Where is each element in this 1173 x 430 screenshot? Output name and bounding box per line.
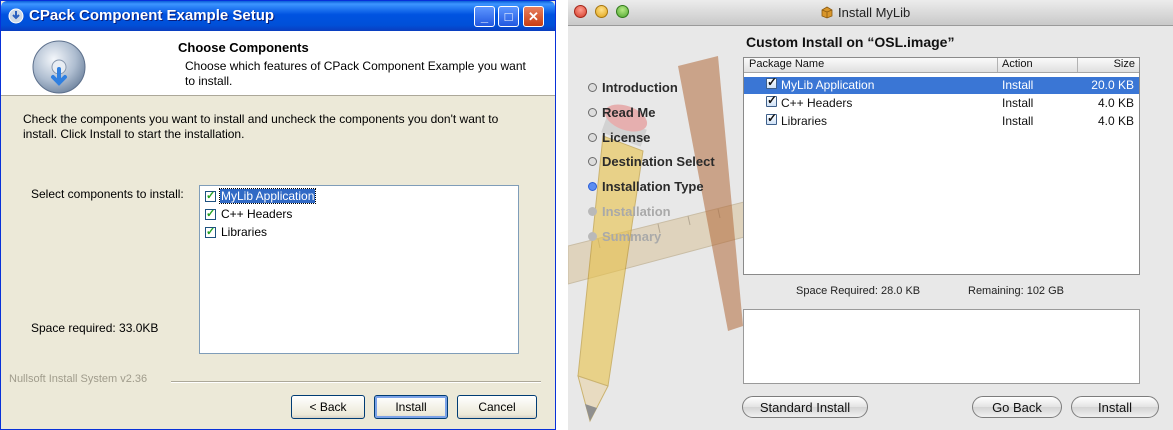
wizard-header: Choose Components Choose which features … bbox=[1, 31, 555, 96]
package-action: Install bbox=[1002, 78, 1034, 92]
select-components-label: Select components to install: bbox=[31, 187, 184, 201]
minimize-button[interactable] bbox=[595, 5, 608, 18]
package-name: C++ Headers bbox=[781, 96, 853, 110]
page-subtitle: Choose which features of CPack Component… bbox=[185, 59, 526, 88]
step-label: License bbox=[602, 130, 651, 145]
close-button[interactable]: ✕ bbox=[523, 6, 544, 27]
table-header: Package Name Action Size bbox=[744, 58, 1139, 73]
package-name: Libraries bbox=[781, 114, 828, 128]
minimize-icon: _ bbox=[480, 9, 489, 24]
package-size: 4.0 KB bbox=[1097, 114, 1134, 128]
installer-disc-icon bbox=[32, 40, 86, 94]
package-name: MyLib Application bbox=[781, 78, 875, 92]
package-action: Install bbox=[1002, 114, 1034, 128]
maximize-button[interactable]: □ bbox=[498, 6, 519, 27]
step-dot-icon bbox=[588, 157, 597, 166]
instructions-text: Check the components you want to install… bbox=[23, 112, 499, 141]
remaining-space-text: Remaining: 102 GB bbox=[968, 285, 1064, 297]
minimize-button[interactable]: _ bbox=[474, 6, 495, 27]
table-row[interactable]: MyLib Application Install 20.0 KB bbox=[744, 75, 1139, 94]
column-divider bbox=[1077, 58, 1078, 72]
package-table[interactable]: Package Name Action Size MyLib Applicati… bbox=[743, 57, 1140, 275]
package-size: 4.0 KB bbox=[1097, 96, 1134, 110]
components-list[interactable]: MyLib Application C++ Headers Libraries bbox=[199, 185, 519, 354]
step-label: Summary bbox=[602, 229, 662, 244]
step-label: Installation bbox=[602, 204, 671, 219]
step-dot-icon bbox=[588, 108, 597, 117]
footer-brand: Nullsoft Install System v2.36 bbox=[9, 373, 148, 385]
package-action: Install bbox=[1002, 96, 1034, 110]
component-label: C++ Headers bbox=[221, 207, 293, 221]
step-dot-icon bbox=[588, 182, 597, 191]
component-checkbox[interactable] bbox=[205, 225, 216, 238]
column-divider bbox=[997, 58, 998, 72]
step-dot-icon bbox=[588, 83, 597, 92]
package-checkbox[interactable] bbox=[766, 93, 777, 107]
window-titlebar[interactable]: Install MyLib bbox=[568, 0, 1173, 26]
step-label: Destination Select bbox=[602, 154, 715, 169]
component-label: MyLib Application bbox=[218, 188, 317, 204]
install-button[interactable]: Install bbox=[374, 395, 448, 419]
column-header-action[interactable]: Action bbox=[1002, 58, 1033, 70]
step-label: Installation Type bbox=[602, 179, 704, 194]
component-label: Libraries bbox=[221, 225, 268, 239]
table-row[interactable]: C++ Headers Install 4.0 KB bbox=[744, 93, 1139, 112]
table-row[interactable]: Libraries Install 4.0 KB bbox=[744, 111, 1139, 130]
window-title: CPack Component Example Setup bbox=[29, 7, 275, 24]
space-required-text: Space required: 33.0KB bbox=[31, 321, 159, 335]
space-required-text: Space Required: 28.0 KB bbox=[796, 285, 921, 297]
package-description-box[interactable] bbox=[743, 309, 1140, 384]
maximize-icon: □ bbox=[504, 9, 513, 24]
component-checkbox[interactable] bbox=[205, 207, 216, 220]
step-dot-icon bbox=[588, 133, 597, 142]
back-button[interactable]: < Back bbox=[291, 395, 365, 419]
window-titlebar[interactable]: CPack Component Example Setup _ □ ✕ bbox=[1, 1, 555, 31]
close-icon: ✕ bbox=[528, 9, 539, 24]
standard-install-button[interactable]: Standard Install bbox=[742, 396, 868, 418]
package-icon bbox=[821, 6, 833, 19]
column-header-size[interactable]: Size bbox=[1114, 58, 1135, 70]
zoom-button[interactable] bbox=[616, 5, 629, 18]
step-label: Read Me bbox=[602, 105, 656, 120]
page-title: Choose Components bbox=[178, 40, 309, 55]
window-title: Install MyLib bbox=[838, 5, 911, 20]
installer-app-icon bbox=[8, 8, 24, 24]
step-label: Introduction bbox=[602, 80, 678, 95]
column-header-package-name[interactable]: Package Name bbox=[749, 58, 824, 70]
footer-divider bbox=[171, 381, 541, 383]
package-checkbox[interactable] bbox=[766, 75, 777, 89]
windows-installer-window: CPack Component Example Setup _ □ ✕ Choo… bbox=[0, 0, 556, 430]
component-checkbox[interactable] bbox=[205, 189, 216, 202]
page-title: Custom Install on “OSL.image” bbox=[746, 34, 955, 50]
install-button[interactable]: Install bbox=[1071, 396, 1159, 418]
cancel-button[interactable]: Cancel bbox=[457, 395, 537, 419]
package-checkbox[interactable] bbox=[766, 111, 777, 125]
mac-installer-window: Install MyLib Introduction Read Me Licen… bbox=[568, 0, 1173, 430]
go-back-button[interactable]: Go Back bbox=[972, 396, 1062, 418]
step-dot-icon bbox=[588, 232, 597, 241]
close-button[interactable] bbox=[574, 5, 587, 18]
package-size: 20.0 KB bbox=[1091, 78, 1134, 92]
step-dot-icon bbox=[588, 207, 597, 216]
